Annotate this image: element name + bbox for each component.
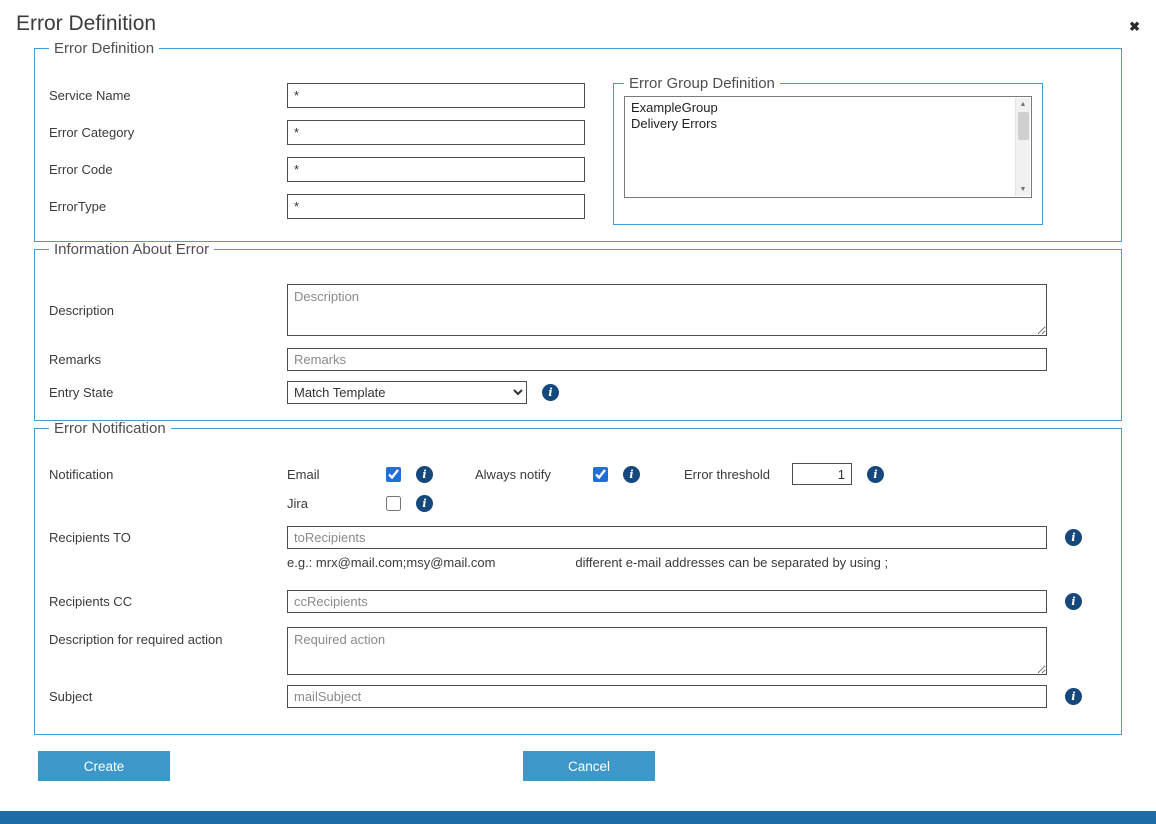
jira-row: Jira i (47, 495, 1109, 512)
required-action-label: Description for required action (47, 627, 287, 647)
required-action-textarea[interactable] (287, 627, 1047, 675)
subject-info-icon[interactable]: i (1065, 688, 1082, 705)
email-hint-example: e.g.: mrx@mail.com;msy@mail.com (287, 555, 495, 570)
scroll-down-icon[interactable]: ▼ (1016, 183, 1030, 196)
email-checkbox[interactable] (386, 467, 401, 482)
subject-label: Subject (47, 689, 287, 704)
description-label: Description (47, 303, 287, 318)
jira-label: Jira (287, 496, 386, 511)
email-hint-row: e.g.: mrx@mail.com;msy@mail.com differen… (47, 555, 1109, 570)
remarks-input[interactable] (287, 348, 1047, 371)
error-type-row: ErrorType (47, 194, 599, 219)
error-threshold-input[interactable] (792, 463, 852, 485)
error-category-row: Error Category (47, 120, 599, 145)
listbox-scrollbar[interactable]: ▲ ▼ (1015, 98, 1030, 196)
entry-state-label: Entry State (47, 385, 287, 400)
email-hint-note: different e-mail addresses can be separa… (575, 555, 888, 570)
error-code-input[interactable] (287, 157, 585, 182)
error-threshold-info-icon[interactable]: i (867, 466, 884, 483)
error-category-label: Error Category (47, 125, 287, 140)
email-label: Email (287, 467, 386, 482)
recipients-cc-input[interactable] (287, 590, 1047, 613)
footer-bar (0, 811, 1156, 824)
scrollbar-thumb[interactable] (1018, 112, 1029, 140)
subject-input[interactable] (287, 685, 1047, 708)
recipients-cc-info-icon[interactable]: i (1065, 593, 1082, 610)
required-action-row: Description for required action (47, 627, 1109, 675)
error-threshold-label: Error threshold (684, 467, 770, 482)
entry-state-row: Entry State Match Template i (47, 381, 1109, 404)
dialog-header: Error Definition ✖ (0, 0, 1156, 40)
action-buttons: Create Cancel (38, 751, 1122, 781)
error-definition-form: Error Definition Service Name Error Cate… (34, 40, 1122, 781)
error-type-input[interactable] (287, 194, 585, 219)
error-code-row: Error Code (47, 157, 599, 182)
jira-checkbox[interactable] (386, 496, 401, 511)
create-button[interactable]: Create (38, 751, 170, 781)
always-notify-label: Always notify (475, 467, 593, 482)
service-name-input[interactable] (287, 83, 585, 108)
error-type-label: ErrorType (47, 199, 287, 214)
error-code-label: Error Code (47, 162, 287, 177)
section-error-definition-legend: Error Definition (49, 40, 159, 57)
error-category-input[interactable] (287, 120, 585, 145)
notification-row: Notification Email i Always notify i Err… (47, 463, 1109, 485)
email-info-icon[interactable]: i (416, 466, 433, 483)
list-item[interactable]: Delivery Errors (631, 116, 1009, 132)
recipients-cc-label: Recipients CC (47, 594, 287, 609)
entry-state-select[interactable]: Match Template (287, 381, 527, 404)
remarks-label: Remarks (47, 352, 287, 367)
description-row: Description (47, 284, 1109, 336)
section-information-legend: Information About Error (49, 241, 214, 258)
recipients-to-info-icon[interactable]: i (1065, 529, 1082, 546)
close-icon[interactable]: ✖ (1129, 20, 1140, 33)
jira-info-icon[interactable]: i (416, 495, 433, 512)
error-group-definition-legend: Error Group Definition (624, 75, 780, 92)
section-notification-legend: Error Notification (49, 420, 171, 437)
notification-label: Notification (47, 467, 287, 482)
list-item[interactable]: ExampleGroup (631, 100, 1009, 116)
section-error-notification: Error Notification Notification Email i … (34, 420, 1122, 735)
error-group-definition-fieldset: Error Group Definition ExampleGroup Deli… (613, 75, 1043, 225)
entry-state-info-icon[interactable]: i (542, 384, 559, 401)
section-information-about-error: Information About Error Description Rema… (34, 241, 1122, 421)
service-name-label: Service Name (47, 88, 287, 103)
recipients-to-input[interactable] (287, 526, 1047, 549)
scroll-up-icon[interactable]: ▲ (1016, 98, 1030, 111)
page-title: Error Definition (16, 12, 156, 36)
cancel-button[interactable]: Cancel (523, 751, 655, 781)
remarks-row: Remarks (47, 348, 1109, 371)
section-error-definition: Error Definition Service Name Error Cate… (34, 40, 1122, 242)
error-group-listbox[interactable]: ExampleGroup Delivery Errors ▲ ▼ (624, 96, 1032, 198)
always-notify-info-icon[interactable]: i (623, 466, 640, 483)
service-name-row: Service Name (47, 83, 599, 108)
recipients-to-row: Recipients TO i (47, 526, 1109, 549)
always-notify-checkbox[interactable] (593, 467, 608, 482)
subject-row: Subject i (47, 685, 1109, 708)
recipients-to-label: Recipients TO (47, 530, 287, 545)
description-textarea[interactable] (287, 284, 1047, 336)
recipients-cc-row: Recipients CC i (47, 590, 1109, 613)
